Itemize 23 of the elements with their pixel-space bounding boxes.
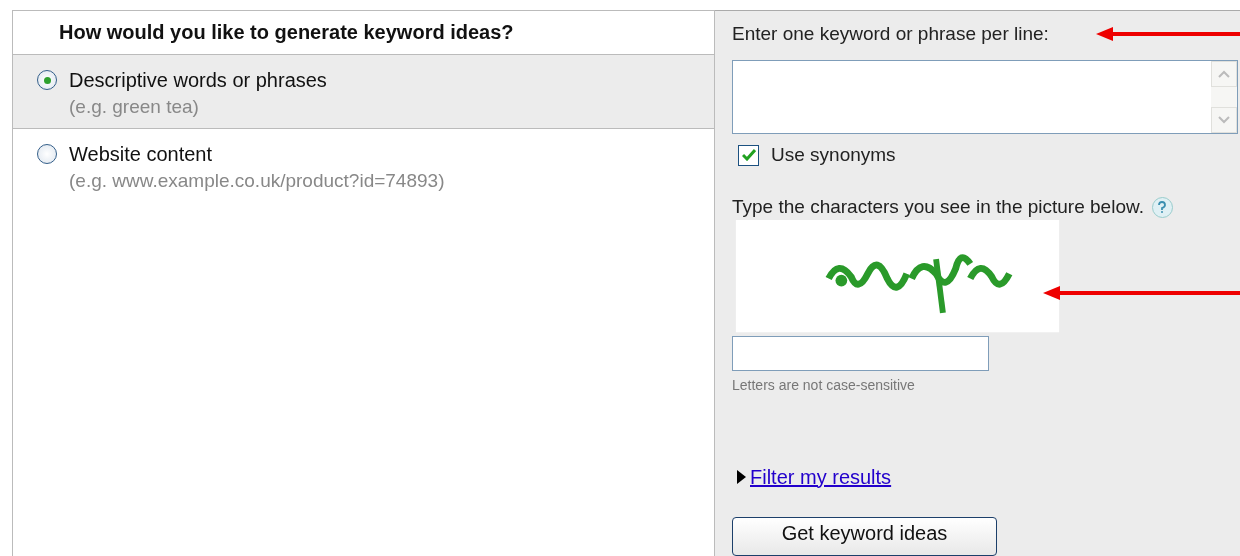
chevron-up-icon[interactable] <box>1218 70 1230 78</box>
arrow-icon <box>1043 286 1240 300</box>
triangle-icon[interactable] <box>737 470 746 485</box>
option-hint: (e.g. www.example.co.uk/product?id=74893) <box>69 170 445 192</box>
captcha-prompt: Type the characters you see in the picture below. <box>732 196 1144 219</box>
captcha-note: Letters are not case-sensitive <box>732 376 916 393</box>
keyword-label: Enter one keyword or phrase per line: <box>732 23 1049 45</box>
radio-button[interactable] <box>37 144 57 164</box>
checkbox-label[interactable]: Use synonyms <box>771 144 896 167</box>
radio-button[interactable] <box>37 70 57 90</box>
scrollbar[interactable] <box>1211 61 1237 134</box>
option-label[interactable]: Descriptive words or phrases <box>69 69 327 92</box>
filter-link[interactable]: Filter my results <box>750 465 892 489</box>
section-title: How would you like to generate keyword ideas? <box>59 21 514 44</box>
option-label[interactable]: Website content <box>69 143 445 166</box>
captcha-field[interactable] <box>732 335 989 371</box>
option-hint: (e.g. green tea) <box>69 96 200 118</box>
arrow-icon <box>1096 27 1240 41</box>
chevron-down-icon[interactable] <box>1218 116 1230 125</box>
keyword-field[interactable] <box>732 60 1238 135</box>
help-icon[interactable] <box>1151 196 1173 218</box>
get-ideas-button[interactable]: Get keyword ideas <box>732 516 997 556</box>
checkbox[interactable] <box>738 144 759 166</box>
